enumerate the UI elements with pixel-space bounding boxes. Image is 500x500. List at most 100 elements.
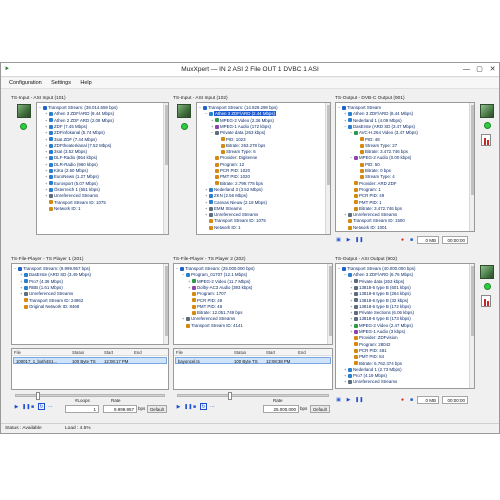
scrollbar[interactable] [163, 264, 168, 344]
loop-icon[interactable]: ↻ [200, 403, 207, 410]
stream-tree[interactable]: − Transport Stream: (25.000.000 bps) − Prog… [173, 263, 333, 345]
tree-node[interactable]: PMT PID: 48 [188, 304, 222, 310]
pause-icon[interactable]: ❚❚ [21, 403, 30, 410]
tree-node[interactable]: − AVC-H.264 Video (3.47 Mbps) [350, 130, 418, 136]
tree-node[interactable]: PMT PID: 84 [350, 354, 384, 360]
loop-icon[interactable]: ↻ [38, 403, 45, 410]
tree-node[interactable]: + ZDFinfokanal (5.74 Mbps) [45, 130, 105, 136]
tree-node[interactable]: Program: 28042 [350, 342, 391, 348]
loops-input[interactable]: 1 [65, 405, 99, 413]
tree-node[interactable]: PID: 1023 [217, 137, 246, 143]
menu-settings[interactable]: Settings [51, 78, 71, 89]
play-icon[interactable]: ▶ [345, 236, 352, 243]
tree-node[interactable]: PMT PID: 1 [350, 200, 382, 206]
tree-node[interactable]: + Unreferenced Streams [20, 291, 73, 297]
tree-node[interactable]: + DasErste (ARD SD (3.49 Mbps) [20, 272, 91, 278]
tree-node[interactable]: + Unreferenced Streams [182, 316, 235, 322]
save-icon[interactable]: ▣ [335, 236, 342, 243]
default-rate-button[interactable]: Default [147, 405, 167, 413]
tree-node[interactable]: + Eurosport (5.07 Mbps) [45, 181, 98, 187]
tree-node[interactable]: + ZDF (7.45 Mbps) [45, 124, 87, 130]
stream-tree[interactable]: − Transport Stream + Athen 3 ZDF/ARD (8.44 … [335, 102, 475, 232]
tree-node[interactable]: Bitrate: 263.278 bps [217, 143, 265, 149]
tree-node[interactable]: Bitrate: 2.799.778 bps [211, 181, 263, 187]
tree-node[interactable]: Program: 1 [350, 187, 381, 193]
tree-node[interactable]: +3sat ZDF (7.44 Mbps) [45, 137, 97, 143]
table-row[interactable]: 100017_1_both4S1... 100 Byte TS 12:08:17… [13, 357, 167, 364]
tree-node[interactable]: Network ID: 1 [205, 225, 241, 231]
tree-node[interactable]: Transport Stream ID: 1075 [205, 218, 266, 224]
table-row[interactable]: bayoncel.ts 100 Byte TS 12:08:38 PM [175, 357, 331, 364]
tree-node[interactable]: PCR PID: 49 [350, 193, 384, 199]
stream-tree[interactable]: − Transport Stream (40.000.000 bps) − Athen… [335, 263, 475, 389]
pause-icon[interactable]: ❚❚ [354, 236, 363, 243]
tree-node[interactable]: Stream Type: 6 [217, 149, 256, 155]
tree-node[interactable]: PCR PID: 481 [350, 348, 387, 354]
menu-configuration[interactable]: Configuration [9, 78, 42, 89]
tree-node[interactable]: + EuroNews (1.27 Mbps) [45, 174, 99, 180]
scrollbar[interactable] [163, 103, 168, 234]
tree-node[interactable]: Bitrate: 3.472.746 bps [356, 149, 408, 155]
tree-node[interactable]: + Unreferenced Streams [205, 212, 258, 218]
open-file-icon[interactable]: ⋯ [209, 403, 216, 410]
tree-node[interactable]: − DasErste (ARD SD (3.47 Mbps) [344, 124, 415, 130]
tree-node[interactable]: + Nederland 3 (3.52 Mbps) [205, 187, 263, 193]
tree-node[interactable]: + Athen 3 ZDF/ARD (8.44 Mbps) [344, 111, 413, 117]
stop-icon[interactable]: ■ [408, 236, 415, 243]
tree-node[interactable]: Transport Stream ID: 1500 [344, 218, 405, 224]
tree-node[interactable]: +13818-6 type B (264 kbps) [350, 291, 411, 297]
tree-node[interactable]: + KiKa (2.60 Mbps) [45, 168, 88, 174]
tree-node[interactable]: Transport Stream ID: 24962 [20, 298, 83, 304]
scrollbar[interactable] [325, 103, 330, 234]
tree-node[interactable]: + EMM Streams [205, 206, 242, 212]
tree-node[interactable]: Bitrate: 12.051.749 bps [188, 310, 242, 316]
tree-node[interactable]: Provider: Digitenne [211, 155, 257, 161]
tree-node[interactable]: Bitrate: 6.762.374 bps [350, 361, 402, 367]
tree-node[interactable]: + MPEG-2 Video (2.36 Mbps) [211, 118, 274, 124]
tree-node[interactable]: − Private data (263 kbps) [211, 130, 265, 136]
tree-node[interactable]: + ZDFtheaterkanal (7.52 Mbps) [45, 143, 111, 149]
tree-node[interactable]: PCR PID: 49 [188, 298, 222, 304]
tree-node[interactable]: Network ID: 1 [45, 206, 81, 212]
tree-node[interactable]: + Unreferenced Streams [344, 212, 397, 218]
scrollbar[interactable] [327, 264, 332, 344]
tree-node[interactable]: + Pro7 (4.36 Mbps) [20, 279, 63, 285]
tree-node[interactable]: + Athen 3 ZDF/ARD (8.44 Mbps) [45, 111, 114, 117]
tree-node[interactable]: + Private Sections (6.06 kbps) [350, 310, 414, 316]
stop-icon[interactable]: ■ [191, 403, 198, 410]
minimize-icon[interactable]: — [461, 65, 472, 74]
tree-node[interactable]: + Unreferenced Streams [344, 379, 397, 385]
tree-node[interactable]: + MPEG-2 Video (11.7 Mbps) [188, 279, 251, 285]
tree-node[interactable]: + MPEG-1 Audio (172 kbps) [211, 124, 271, 130]
file-list-table[interactable]: File Status Start End bayoncel.ts 100 By… [173, 348, 333, 390]
tree-node[interactable]: PID: 50 [356, 162, 380, 168]
tree-node[interactable]: Program: 1707 [188, 291, 226, 297]
maximize-icon[interactable]: ▢ [474, 65, 485, 74]
tree-node[interactable]: − Transport Stream: (14.929.298 bps) [199, 105, 278, 111]
rate-input[interactable]: 9.999.957 [103, 405, 137, 413]
tree-node[interactable]: − Athen 3 ZDF/ARD (2.44 Mbps) [205, 111, 277, 117]
tree-node[interactable]: Transport Stream ID: 1075 [45, 200, 106, 206]
tree-node[interactable]: +13818-6 type B (172 kbps) [350, 304, 411, 310]
tree-node[interactable]: Stream Type: 27 [356, 143, 397, 149]
default-rate-button[interactable]: Default [310, 405, 330, 413]
play-icon[interactable]: ▶ [345, 396, 352, 403]
tree-node[interactable]: +13818-6 type B (173 kbps) [350, 316, 411, 322]
tree-node[interactable]: + MPEG-2 Video (2.47 Mbps) [350, 323, 413, 329]
tree-node[interactable]: Provider: ZDFvision [350, 335, 398, 341]
tree-node[interactable]: − Transport Stream (40.000.000 bps) [338, 266, 415, 272]
position-slider[interactable] [177, 392, 329, 400]
tree-node[interactable]: + Nederland 1 (2.73 Mbps) [344, 367, 402, 373]
tree-node[interactable]: − Transport Stream: (38.014.659 bps) [39, 105, 118, 111]
tree-node[interactable]: Bitrate: 3.472.746 bps [350, 206, 402, 212]
tree-node[interactable]: − MPEG-2 Audio (0.00 kbps) [350, 155, 411, 161]
save-icon[interactable]: ▣ [335, 396, 342, 403]
tree-node[interactable]: Network ID: 1001 [344, 225, 387, 231]
tree-node[interactable]: Stream Type: 4 [356, 174, 395, 180]
pause-icon[interactable]: ❚❚ [183, 403, 192, 410]
record-icon[interactable]: ● [399, 236, 406, 243]
position-slider[interactable] [15, 392, 165, 400]
tree-node[interactable]: + DLF-Radio (864 kbps) [45, 155, 97, 161]
tree-node[interactable]: + MPEG-1 Audio (3 kbps) [350, 329, 405, 335]
tree-node[interactable]: + ZKN (2.56 Mbps) [205, 193, 247, 199]
